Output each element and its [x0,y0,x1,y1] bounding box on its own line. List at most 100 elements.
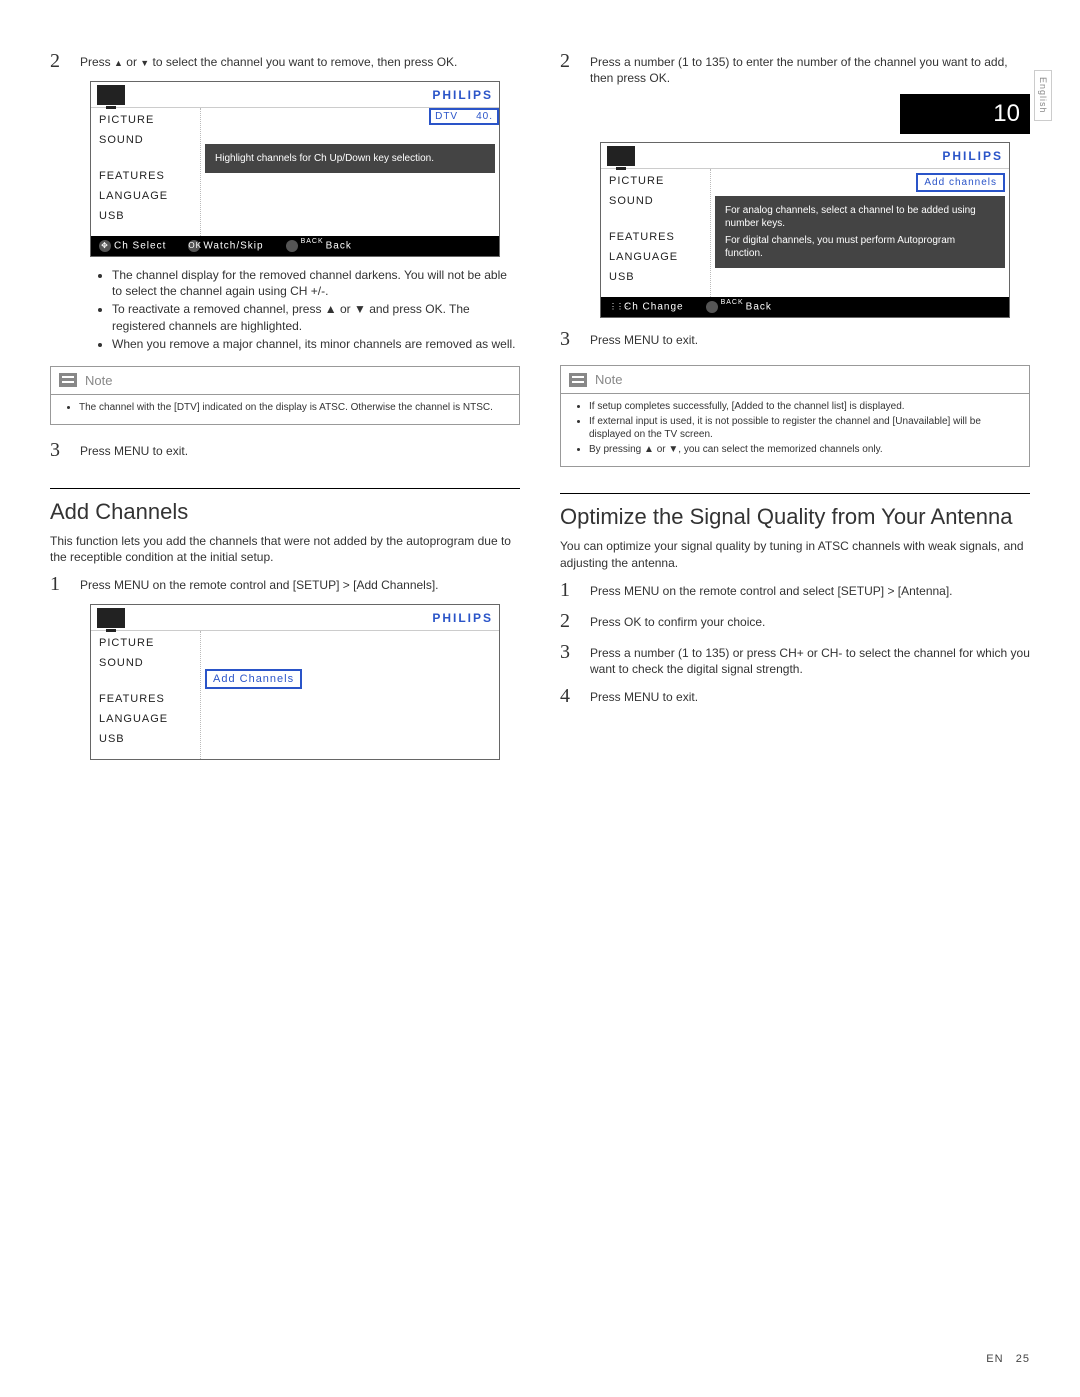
footer-label: Back [326,241,352,252]
note-item: The channel with the [DTV] indicated on … [79,401,509,414]
tv-menu-footer: ✥Ch Select OKWatch/Skip BACKBack [91,236,499,256]
triangle-up-icon [114,55,123,69]
step-text: Press MENU on the remote control and sel… [590,579,953,602]
dtv-badge: DTV 40. [429,108,499,125]
menu-item: PICTURE [609,175,710,187]
step-text: Press MENU to exit. [590,685,698,708]
add-channels-badge: Add channels [916,173,1005,192]
back-icon [706,301,718,313]
step-text: Press MENU to exit. [590,328,698,351]
hint-line: For analog channels, select a channel to… [725,204,995,230]
menu-left-items: PICTURE SOUND FEATURES LANGUAGE USB [601,169,711,297]
footer-label: Back [746,302,772,313]
hint-line: For digital channels, you must perform A… [725,234,995,260]
text: Press [80,55,114,69]
opt-step-4: 4 Press MENU to exit. [560,685,1030,708]
dtv-label: DTV [435,111,458,122]
tv-menu-footer: Ch Change BACKBack [601,297,1009,317]
note-item: By pressing ▲ or ▼, you can select the m… [589,443,1019,456]
back-sup: BACK [301,238,324,245]
menu-item: FEATURES [99,693,200,705]
menu-item: LANGUAGE [99,713,200,725]
section-body: You can optimize your signal quality by … [560,538,1030,570]
tv-icon [97,85,125,105]
menu-item: USB [99,210,200,222]
menu-item: FEATURES [609,231,710,243]
left-step-3: 3 Press MENU to exit. [50,439,520,462]
menu-item: SOUND [99,657,200,669]
hint-box: Highlight channels for Ch Up/Down key se… [205,144,495,173]
section-title-add-channels: Add Channels [50,488,520,525]
menu-item: FEATURES [99,170,200,182]
section-body: This function lets you add the channels … [50,533,520,565]
step-text: Press OK to conﬁrm your choice. [590,610,765,633]
left-step-2: 2 Press or to select the channel you wan… [50,50,520,73]
step-text: Press a number (1 to 135) or press CH+ o… [590,641,1030,677]
opt-step-1: 1 Press MENU on the remote control and s… [560,579,1030,602]
menu-item: LANGUAGE [609,251,710,263]
language-tab: English [1034,70,1052,121]
back-icon [286,240,298,252]
step-text: Press MENU to exit. [80,439,188,462]
bullet-item: To reactivate a removed channel, press ▲… [112,301,520,333]
step-number: 2 [560,50,578,86]
step-number: 1 [560,579,578,602]
brand-logo: PHILIPS [432,611,493,625]
menu-item: LANGUAGE [99,190,200,202]
menu-item: USB [99,733,200,745]
note-item: If external input is used, it is not pos… [589,415,1019,441]
menu-item: PICTURE [99,637,200,649]
step-number: 3 [560,641,578,677]
step-number: 3 [50,439,68,462]
step-number: 3 [560,328,578,351]
number-keys-icon [609,301,621,313]
step-number: 4 [560,685,578,708]
dtv-value: 40. [476,111,493,122]
note-icon [569,373,587,387]
footer-label: Ch Change [624,302,684,313]
page-footer: EN 25 [986,1353,1030,1365]
footer-lang: EN [986,1353,1003,1365]
menu-item: PICTURE [99,114,200,126]
ok-icon: OK [188,240,200,252]
back-sup: BACK [721,299,744,306]
brand-logo: PHILIPS [942,149,1003,163]
left-column: 2 Press or to select the channel you wan… [50,50,520,770]
triangle-down-icon [140,55,149,69]
tv-menu-add-channels: PHILIPS PICTURE SOUND FEATURES LANGUAGE … [90,604,500,760]
menu-item: SOUND [99,134,200,146]
footer-page: 25 [1016,1353,1030,1365]
bullet-item: When you remove a major channel, its min… [112,336,520,352]
tv-menu-remove-channel: PHILIPS PICTURE SOUND FEATURES LANGUAGE … [90,81,500,257]
step-text: Press a number (1 to 135) to enter the n… [590,50,1030,86]
note-icon [59,373,77,387]
add-step-1: 1 Press MENU on the remote control and [… [50,573,520,596]
channel-number-panel: 10 [900,94,1030,134]
step-number: 2 [50,50,68,73]
menu-left-items: PICTURE SOUND FEATURES LANGUAGE USB [91,108,201,236]
text: or [123,55,140,69]
footer-label: Ch Select [114,241,166,252]
note-box: Note If setup completes successfully, [A… [560,365,1030,467]
brand-logo: PHILIPS [432,88,493,102]
tv-icon [97,608,125,628]
tv-icon [607,146,635,166]
hint-box: For analog channels, select a channel to… [715,196,1005,268]
section-title-optimize-antenna: Optimize the Signal Quality from Your An… [560,493,1030,530]
note-item: If setup completes successfully, [Added … [589,400,1019,413]
menu-left-items: PICTURE SOUND FEATURES LANGUAGE USB [91,631,201,759]
step-number: 2 [560,610,578,633]
note-label: Note [595,372,622,387]
right-step-2: 2 Press a number (1 to 135) to enter the… [560,50,1030,86]
menu-item: USB [609,271,710,283]
bullet-item: The channel display for the removed chan… [112,267,520,299]
opt-step-2: 2 Press OK to conﬁrm your choice. [560,610,1030,633]
right-column: 2 Press a number (1 to 135) to enter the… [560,50,1030,770]
right-step-3: 3 Press MENU to exit. [560,328,1030,351]
nav-arrows-icon: ✥ [99,240,111,252]
tv-menu-add-channels-detail: PHILIPS PICTURE SOUND FEATURES LANGUAGE … [600,142,1010,318]
step-text: Press or to select the channel you want … [80,50,457,73]
add-channels-badge: Add Channels [205,669,302,689]
bullet-list: The channel display for the removed chan… [100,267,520,352]
note-box: Note The channel with the [DTV] indicate… [50,366,520,425]
